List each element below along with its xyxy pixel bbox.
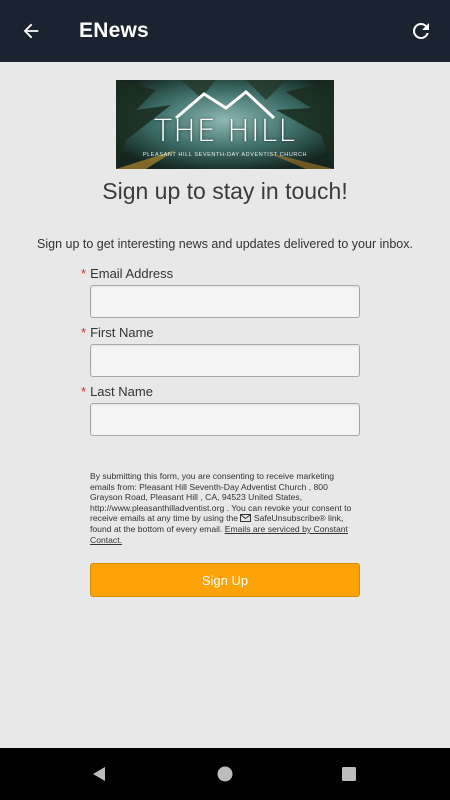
system-nav-bar [0, 748, 450, 800]
page-title: ENews [79, 19, 149, 42]
signup-headline: Sign up to stay in touch! [102, 178, 348, 204]
logo-title: THE HILL [153, 114, 297, 149]
sign-up-button[interactable]: Sign Up [90, 563, 360, 597]
email-label: * Email Address [81, 266, 173, 281]
app-bar: ENews [0, 0, 450, 62]
square-recents-icon [342, 767, 356, 781]
email-label-text: Email Address [90, 266, 174, 281]
logo-subtitle: PLEASANT HILL SEVENTH-DAY ADVENTIST CHUR… [142, 152, 308, 158]
triangle-back-icon [93, 767, 105, 781]
envelope-icon [240, 514, 252, 523]
nav-back-button[interactable] [87, 762, 111, 786]
arrow-left-icon [23, 23, 39, 39]
refresh-button[interactable] [404, 14, 438, 48]
required-marker: * [81, 325, 87, 340]
required-marker: * [81, 266, 87, 281]
first-name-label: * First Name [81, 325, 154, 340]
refresh-icon [413, 22, 429, 39]
first-name-label-text: First Name [90, 325, 154, 340]
signup-intro: Sign up to get interesting news and upda… [37, 237, 413, 251]
safeunsubscribe-link[interactable]: SafeUnsubscribe® [254, 513, 326, 523]
church-logo-banner: THE HILL PLEASANT HILL SEVENTH-DAY ADVEN… [116, 80, 334, 169]
back-button[interactable] [14, 14, 48, 48]
circle-home-icon [217, 766, 233, 782]
last-name-label-text: Last Name [90, 384, 153, 399]
signup-page: THE HILL PLEASANT HILL SEVENTH-DAY ADVEN… [0, 62, 450, 748]
first-name-field[interactable] [90, 344, 360, 377]
nav-home-button[interactable] [213, 762, 237, 786]
last-name-label: * Last Name [81, 384, 153, 399]
nav-recents-button[interactable] [337, 762, 361, 786]
consent-notice: By submitting this form, you are consent… [90, 471, 352, 545]
last-name-field[interactable] [90, 403, 360, 436]
email-field[interactable] [90, 285, 360, 318]
required-marker: * [81, 384, 87, 399]
